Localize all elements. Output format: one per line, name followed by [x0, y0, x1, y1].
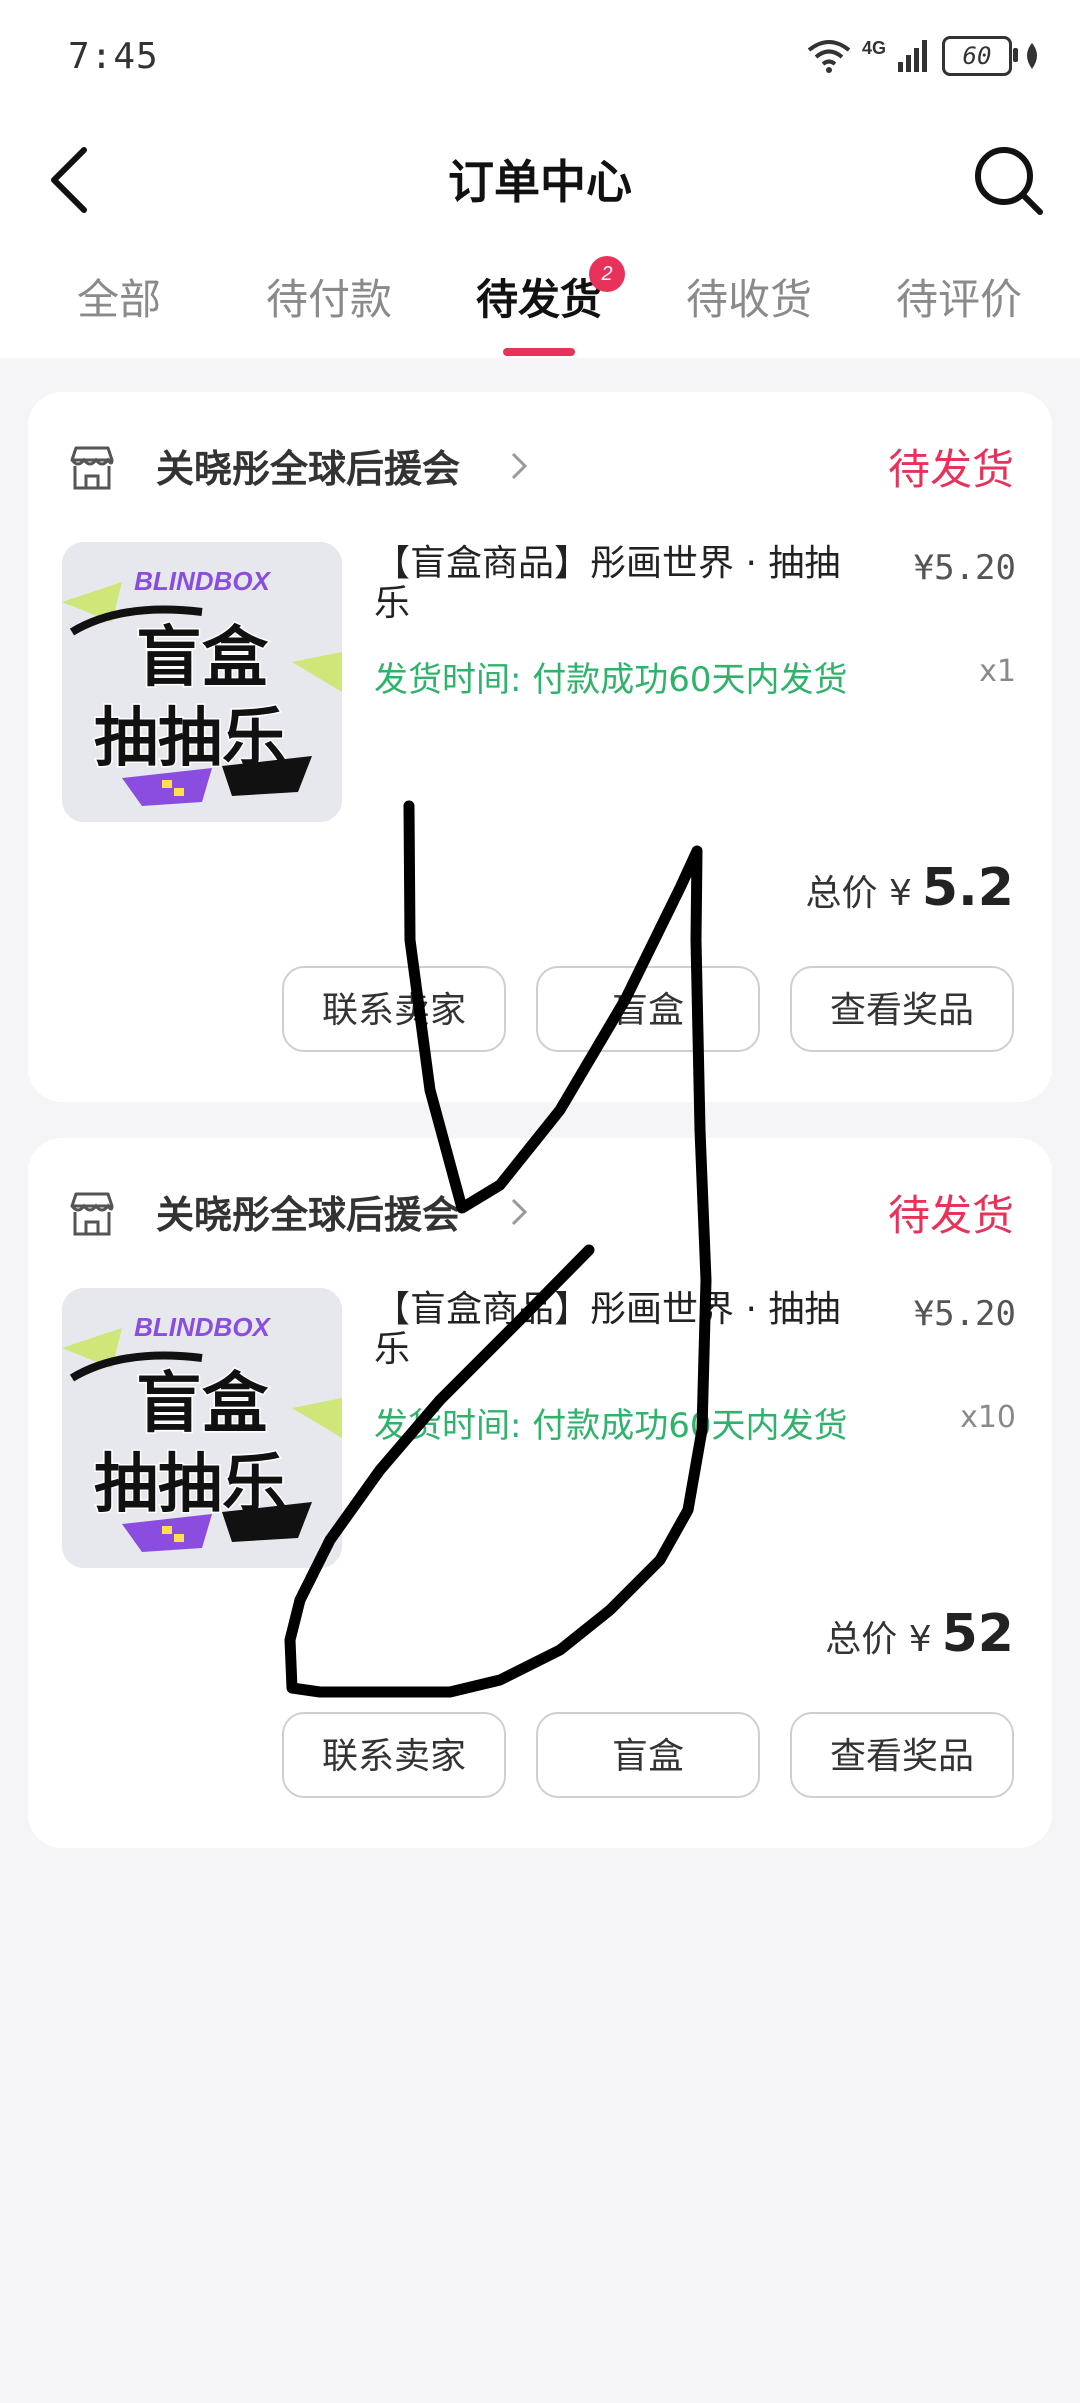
total-value: 5.2: [921, 858, 1014, 918]
order-status: 待发货: [887, 1191, 1014, 1240]
leaf-icon: [1027, 43, 1037, 69]
order-tabs: 全部 待付款 待发货 待收货 待评价: [0, 260, 1080, 358]
thumbnail-brand: BLINDBOX: [134, 566, 271, 596]
total-label: 总价 ¥: [805, 873, 912, 914]
page-title: 订单中心: [448, 155, 632, 209]
search-icon[interactable]: [970, 142, 1046, 218]
tab-badge: 2: [589, 256, 625, 292]
chevron-right-icon[interactable]: [508, 448, 530, 484]
tab-underline: [503, 348, 575, 356]
product-thumbnail[interactable]: BLINDBOX 盲盒 抽抽乐: [62, 1288, 342, 1568]
blindbox-image: BLINDBOX 盲盒 抽抽乐: [62, 1288, 342, 1568]
product-price: ¥5.20: [913, 1294, 1016, 1334]
ship-time: 发货时间: 付款成功60天内发货: [374, 660, 848, 700]
chevron-right-icon[interactable]: [508, 1194, 530, 1230]
battery-icon: 60: [942, 36, 1018, 76]
blindbox-image: BLINDBOX 盲盒 抽抽乐: [62, 542, 342, 822]
tab-pending-review[interactable]: 待评价: [854, 260, 1064, 340]
order-card: 关晓彤全球后援会 待发货 BLINDBOX 盲盒 抽抽乐 【盲盒商品】彤画世界 …: [28, 392, 1052, 1102]
total-value: 52: [941, 1604, 1014, 1664]
signal-icon: [898, 40, 927, 72]
tab-pending-receipt[interactable]: 待收货: [644, 260, 854, 340]
header: 订单中心 全部 待付款 待发货 待收货 待评价 2: [0, 110, 1080, 358]
quantity: x1: [979, 654, 1016, 689]
blindbox-button[interactable]: 盲盒: [536, 1712, 760, 1798]
ship-time: 发货时间: 付款成功60天内发货: [374, 1406, 848, 1446]
shop-name[interactable]: 关晓彤全球后援会: [156, 438, 460, 493]
total-label: 总价 ¥: [825, 1619, 932, 1660]
quantity: x10: [960, 1400, 1016, 1435]
total-row: 总价 ¥ 52: [825, 1604, 1014, 1664]
thumbnail-line1: 盲盒: [136, 619, 269, 696]
shop-name[interactable]: 关晓彤全球后援会: [156, 1184, 460, 1239]
thumbnail-line1: 盲盒: [136, 1365, 269, 1442]
product-thumbnail[interactable]: BLINDBOX 盲盒 抽抽乐: [62, 542, 342, 822]
order-card: 关晓彤全球后援会 待发货 BLINDBOX 盲盒 抽抽乐 【盲盒商品】彤画世界 …: [28, 1138, 1052, 1848]
view-prize-button[interactable]: 查看奖品: [790, 966, 1014, 1052]
total-row: 总价 ¥ 5.2: [806, 858, 1014, 918]
order-status: 待发货: [887, 445, 1014, 494]
product-name[interactable]: 【盲盒商品】彤画世界 · 抽抽乐: [374, 1290, 864, 1370]
blindbox-button[interactable]: 盲盒: [536, 966, 760, 1052]
shop-icon: [70, 446, 114, 490]
tab-all[interactable]: 全部: [14, 260, 224, 340]
status-time: 7:45: [68, 36, 159, 77]
status-bar: 7:45 4G 60: [0, 0, 1080, 110]
product-name[interactable]: 【盲盒商品】彤画世界 · 抽抽乐: [374, 544, 864, 624]
shop-icon: [70, 1192, 114, 1236]
contact-seller-button[interactable]: 联系卖家: [282, 1712, 506, 1798]
tab-pending-payment[interactable]: 待付款: [224, 260, 434, 340]
status-icons: 4G 60: [806, 34, 1042, 78]
contact-seller-button[interactable]: 联系卖家: [282, 966, 506, 1052]
network-type: 4G: [861, 37, 886, 58]
wifi-icon: [807, 40, 851, 73]
product-price: ¥5.20: [913, 548, 1016, 588]
thumbnail-brand: BLINDBOX: [134, 1312, 271, 1342]
view-prize-button[interactable]: 查看奖品: [790, 1712, 1014, 1798]
